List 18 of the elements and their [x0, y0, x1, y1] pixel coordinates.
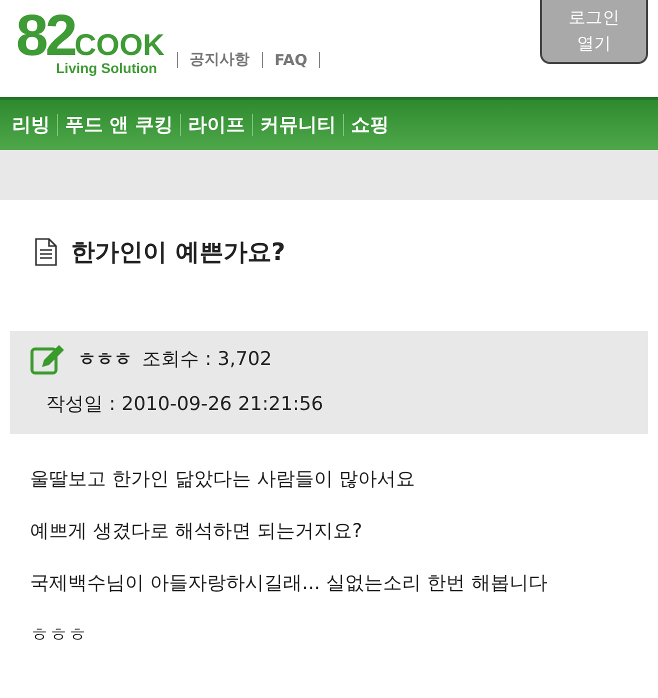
header-link[interactable]: 공지사항 — [190, 50, 250, 69]
view-count: 조회수 : 3,702 — [142, 347, 272, 372]
site-logo[interactable]: 82COOK Living Solution — [16, 10, 165, 76]
login-button[interactable]: 로그인 열기 — [540, 0, 648, 64]
post-text: 울딸보고 한가인 닮았다는 사람들이 많아서요 — [30, 467, 416, 492]
nav-item[interactable]: 리빙 — [12, 112, 50, 138]
document-icon — [35, 238, 57, 266]
header-link[interactable]: FAQ — [274, 50, 308, 68]
nav-item[interactable]: 푸드 앤 쿠킹 — [65, 112, 174, 138]
nav-item[interactable]: 쇼핑 — [351, 112, 390, 138]
post-date: 작성일 : 2010-09-26 21:21:56 — [46, 392, 324, 417]
post-title: 한가인이 예쁜가요? — [71, 237, 286, 268]
post-text: 예쁘게 생겼다로 해석하면 되는거지요? — [30, 519, 364, 544]
post-text: ㅎㅎㅎ — [30, 623, 88, 648]
nav-item[interactable]: 커뮤니티 — [260, 112, 336, 138]
nav-item[interactable]: 라이프 — [188, 112, 246, 138]
post-text: 국제백수님이 아들자랑하시길래... 실없는소리 한번 해봅니다 — [30, 571, 548, 596]
author-name: ㅎㅎㅎ — [78, 348, 132, 371]
